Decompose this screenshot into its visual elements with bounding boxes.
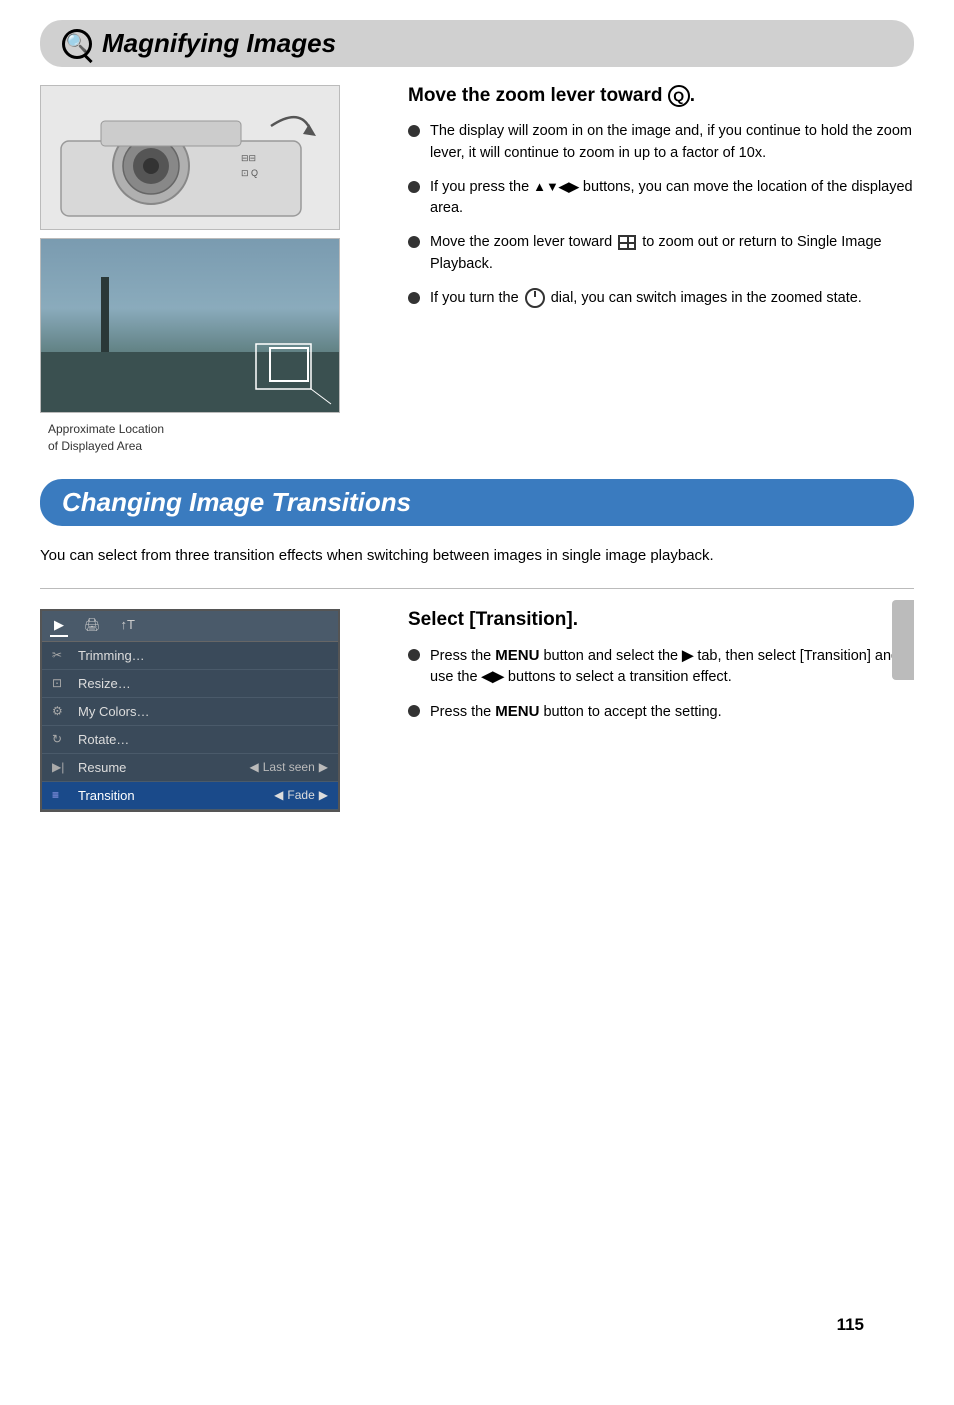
- transitions-title: Changing Image Transitions: [62, 487, 892, 518]
- magnifying-bullets: The display will zoom in on the image an…: [408, 121, 914, 309]
- magnifying-subheading: Move the zoom lever toward Q.: [408, 85, 914, 107]
- camera-svg: ⊟⊟ ⊡ Q: [41, 86, 340, 230]
- transitions-menu-col: ▶ 🖨 ↑T ✂ Trimming… ⊡ Resize… ⚙ My Colors…: [40, 609, 380, 812]
- camera-top-image: ⊟⊟ ⊡ Q: [40, 85, 340, 230]
- menu-tabs: ▶ 🖨 ↑T: [42, 611, 338, 642]
- bullet-item: If you turn the dial, you can switch ima…: [408, 288, 914, 310]
- resize-icon: ⊡: [52, 676, 72, 690]
- bullet-dot: [408, 649, 420, 661]
- menu-tab-playback: ▶: [50, 615, 68, 637]
- menu-row-resume: ▶| Resume ◀ Last seen ▶: [42, 754, 338, 782]
- menu-row-resize: ⊡ Resize…: [42, 670, 338, 698]
- trimming-icon: ✂: [52, 648, 72, 662]
- menu-row-trimming: ✂ Trimming…: [42, 642, 338, 670]
- transitions-text-col: Select [Transition]. Press the MENU butt…: [408, 609, 914, 812]
- page-wrapper: { "magnifying": { "title": "Magnifying I…: [40, 20, 914, 1365]
- page-number: 115: [837, 1315, 864, 1335]
- menu-row-mycolors: ⚙ My Colors…: [42, 698, 338, 726]
- magnify-icon: 🔍: [62, 29, 92, 59]
- rotate-icon: ↻: [52, 732, 72, 746]
- transitions-intro: You can select from three transition eff…: [40, 544, 914, 568]
- camera-bottom-image: [40, 238, 340, 413]
- bullet-dot: [408, 292, 420, 304]
- transitions-bullets: Press the MENU button and select the ▶ t…: [408, 645, 914, 724]
- svg-text:⊟⊟: ⊟⊟: [241, 153, 256, 163]
- right-tab: [892, 600, 914, 680]
- menu-tab-settings: ↑T: [117, 615, 139, 637]
- magnifying-text-col: Move the zoom lever toward Q. The displa…: [408, 85, 914, 455]
- transition-icon: ≡: [52, 788, 72, 802]
- bullet-item: Move the zoom lever toward to zoom out o…: [408, 232, 914, 276]
- q-icon: Q: [668, 85, 690, 107]
- svg-text:⊡ Q: ⊡ Q: [241, 168, 258, 178]
- menu-row-rotate: ↻ Rotate…: [42, 726, 338, 754]
- bullet-item: If you press the ▲▼◀▶ buttons, you can m…: [408, 177, 914, 221]
- menu-row-transition: ≡ Transition ◀ Fade ▶: [42, 782, 338, 810]
- transitions-subheading: Select [Transition].: [408, 609, 914, 631]
- section-divider: [40, 588, 914, 589]
- bullet-item: The display will zoom in on the image an…: [408, 121, 914, 165]
- menu-screenshot: ▶ 🖨 ↑T ✂ Trimming… ⊡ Resize… ⚙ My Colors…: [40, 609, 340, 812]
- dial-icon: [525, 288, 545, 308]
- transition-bullet-1: Press the MENU button and select the ▶ t…: [408, 645, 914, 690]
- magnifying-title: Magnifying Images: [102, 28, 336, 59]
- resume-icon: ▶|: [52, 760, 72, 774]
- bullet-dot: [408, 236, 420, 248]
- image-caption: Approximate Location of Displayed Area: [40, 421, 380, 455]
- zoom-box-svg: [41, 239, 340, 413]
- transitions-header: Changing Image Transitions: [40, 479, 914, 526]
- magnifying-header: 🔍 Magnifying Images: [40, 20, 914, 67]
- grid-icon: [618, 235, 636, 250]
- mycolors-icon: ⚙: [52, 704, 72, 718]
- magnifying-images-col: ⊟⊟ ⊡ Q: [40, 85, 380, 455]
- bullet-dot: [408, 125, 420, 137]
- magnifying-content: ⊟⊟ ⊡ Q: [40, 85, 914, 455]
- bullet-dot: [408, 705, 420, 717]
- menu-tab-print: 🖨: [80, 615, 105, 637]
- transition-bullet-2: Press the MENU button to accept the sett…: [408, 701, 914, 724]
- transitions-content: ▶ 🖨 ↑T ✂ Trimming… ⊡ Resize… ⚙ My Colors…: [40, 609, 914, 812]
- bullet-dot: [408, 181, 420, 193]
